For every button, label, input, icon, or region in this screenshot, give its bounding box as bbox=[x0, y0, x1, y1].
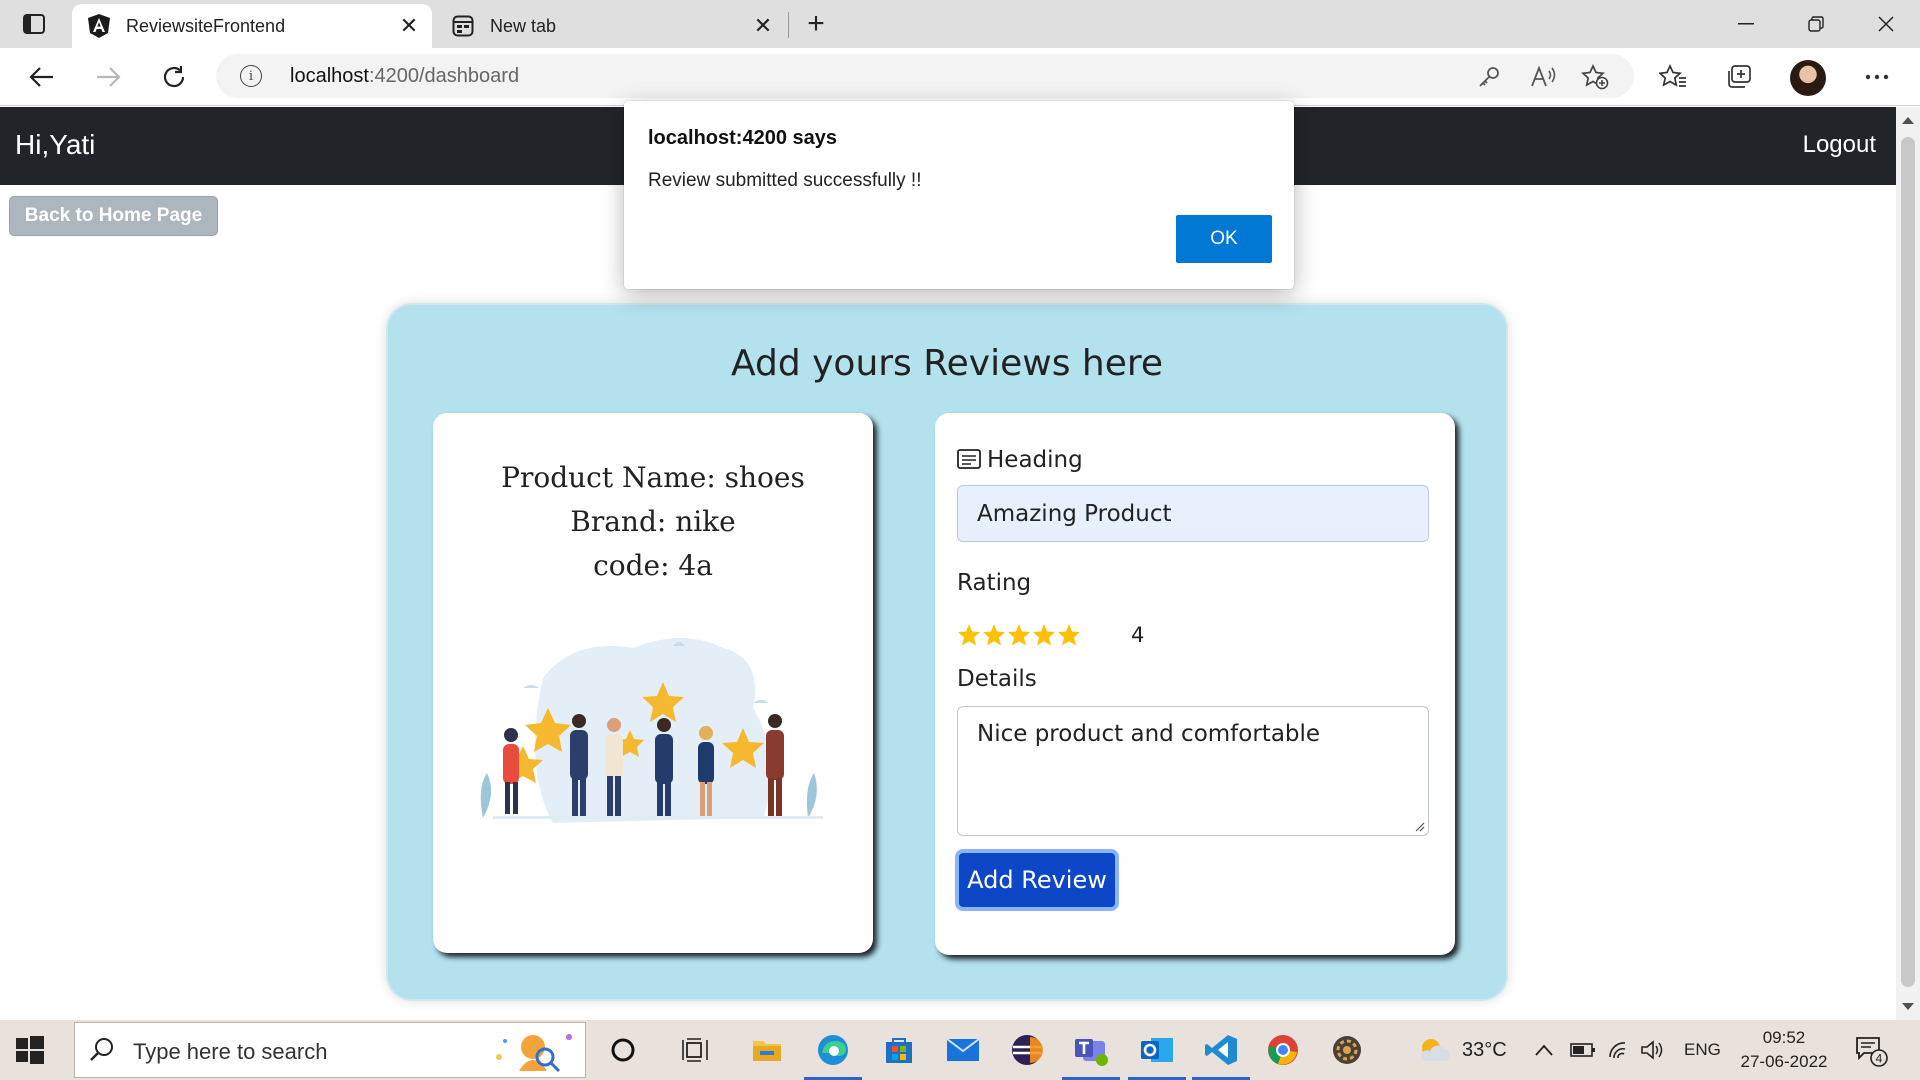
review-panel: Add yours Reviews here Product Name: sho… bbox=[386, 303, 1508, 1001]
windows-start-icon[interactable] bbox=[14, 1034, 46, 1066]
tab-actions-icon[interactable] bbox=[14, 10, 54, 38]
favorites-icon[interactable] bbox=[1656, 60, 1690, 94]
add-review-button[interactable]: Add Review bbox=[955, 849, 1119, 911]
address-bar[interactable]: i localhost:4200/dashboard bbox=[216, 54, 1634, 98]
back-arrow-icon[interactable] bbox=[22, 57, 62, 97]
browser-tab-strip: ReviewsiteFrontend ✕ New tab ✕ + bbox=[0, 0, 1920, 48]
star-icon[interactable] bbox=[1007, 623, 1031, 647]
forward-arrow-icon[interactable] bbox=[88, 57, 128, 97]
card-text-icon bbox=[957, 449, 981, 469]
star-icon[interactable] bbox=[1032, 623, 1056, 647]
star-icon[interactable] bbox=[982, 623, 1006, 647]
details-label: Details bbox=[957, 666, 1037, 692]
windows-taskbar: Type here to search 33°C ENG 09:52 27-06… bbox=[0, 1020, 1920, 1080]
close-tab-icon[interactable]: ✕ bbox=[394, 11, 424, 41]
tab-reviewsite[interactable]: ReviewsiteFrontend ✕ bbox=[72, 4, 432, 48]
product-brand: Brand: nike bbox=[570, 505, 736, 538]
star-icon[interactable] bbox=[1057, 623, 1081, 647]
outlook-icon[interactable] bbox=[1126, 1020, 1188, 1080]
browser-toolbar: i localhost:4200/dashboard bbox=[0, 48, 1920, 106]
chrome-icon[interactable] bbox=[1252, 1020, 1314, 1080]
page-scrollbar[interactable] bbox=[1896, 107, 1920, 1020]
tab-new-tab[interactable]: New tab ✕ bbox=[436, 4, 786, 48]
weather-sun-cloud-icon bbox=[1421, 1039, 1450, 1061]
scroll-down-icon[interactable] bbox=[1902, 1003, 1914, 1010]
weather-temp: 33°C bbox=[1462, 1038, 1507, 1061]
dialog-ok-button[interactable]: OK bbox=[1176, 215, 1272, 263]
microsoft-store-icon[interactable] bbox=[868, 1020, 930, 1080]
product-code: code: 4a bbox=[593, 549, 713, 582]
product-name: Product Name: shoes bbox=[501, 461, 805, 494]
minimize-icon[interactable] bbox=[1718, 6, 1774, 42]
details-textarea[interactable]: Nice product and comfortable bbox=[957, 706, 1429, 836]
clock-date: 27-06-2022 bbox=[1740, 1052, 1828, 1071]
site-info-icon[interactable]: i bbox=[240, 65, 262, 87]
heading-input[interactable]: Amazing Product bbox=[957, 485, 1429, 542]
review-stars-illustration bbox=[480, 638, 823, 823]
notification-count: 4 bbox=[1876, 1052, 1883, 1066]
product-card: Product Name: shoes Brand: nike code: 4a bbox=[433, 413, 873, 953]
restore-icon[interactable] bbox=[1788, 6, 1844, 42]
battery-icon[interactable] bbox=[1570, 1020, 1596, 1080]
teams-icon[interactable] bbox=[1060, 1020, 1122, 1080]
volume-icon[interactable] bbox=[1640, 1020, 1664, 1080]
new-tab-plus-icon[interactable]: + bbox=[798, 7, 834, 40]
scroll-up-icon[interactable] bbox=[1902, 117, 1914, 124]
panel-title: Add yours Reviews here bbox=[730, 343, 1164, 384]
collections-icon[interactable] bbox=[1722, 60, 1756, 94]
search-placeholder: Type here to search bbox=[133, 1039, 328, 1064]
details-text: Nice product and comfortable bbox=[977, 721, 1321, 747]
profile-avatar[interactable] bbox=[1790, 60, 1826, 96]
heading-label: Heading bbox=[957, 447, 1083, 473]
weather-widget[interactable]: 33°C bbox=[1416, 1020, 1507, 1080]
taskbar-clock[interactable]: 09:52 27-06-2022 bbox=[1734, 1026, 1834, 1074]
dialog-title: localhost:4200 says bbox=[648, 127, 837, 149]
url-text[interactable]: localhost:4200/dashboard bbox=[290, 65, 519, 88]
alert-dialog: localhost:4200 says Review submitted suc… bbox=[624, 101, 1294, 289]
task-view-icon[interactable] bbox=[664, 1020, 726, 1080]
newtab-icon bbox=[450, 13, 476, 39]
show-hidden-icons[interactable] bbox=[1534, 1020, 1554, 1080]
angular-icon bbox=[86, 13, 112, 39]
tab-divider bbox=[788, 12, 789, 38]
search-icon bbox=[90, 1038, 113, 1061]
rating-value: 4 bbox=[1131, 623, 1145, 647]
key-icon[interactable] bbox=[1474, 62, 1504, 92]
scrollbar-thumb[interactable] bbox=[1901, 137, 1915, 987]
user-greeting: Hi,Yati bbox=[15, 129, 96, 160]
logout-link[interactable]: Logout bbox=[1803, 131, 1876, 159]
more-options-icon[interactable] bbox=[1860, 60, 1894, 94]
file-explorer-icon[interactable] bbox=[736, 1020, 798, 1080]
star-icon[interactable] bbox=[957, 623, 981, 647]
settings-gear-app-icon[interactable] bbox=[1316, 1020, 1378, 1080]
search-highlight-icon bbox=[496, 1034, 572, 1073]
dialog-message: Review submitted successfully !! bbox=[648, 170, 922, 191]
edge-browser-icon[interactable] bbox=[802, 1020, 864, 1080]
window-close-icon[interactable] bbox=[1858, 6, 1914, 42]
tab-title: New tab bbox=[490, 15, 557, 36]
rating-label: Rating bbox=[957, 570, 1032, 596]
clock-time: 09:52 bbox=[1762, 1028, 1806, 1047]
close-tab-icon[interactable]: ✕ bbox=[748, 11, 778, 41]
refresh-icon[interactable] bbox=[154, 57, 194, 97]
taskbar-search-box[interactable]: Type here to search bbox=[74, 1022, 586, 1078]
vscode-icon[interactable] bbox=[1190, 1020, 1252, 1080]
notification-center-icon[interactable]: 4 bbox=[1854, 1020, 1888, 1080]
star-rating[interactable] bbox=[957, 623, 1081, 647]
wifi-icon[interactable] bbox=[1608, 1020, 1632, 1080]
cortana-icon[interactable] bbox=[592, 1020, 654, 1080]
add-favorite-icon[interactable] bbox=[1580, 62, 1610, 92]
input-language[interactable]: ENG bbox=[1684, 1020, 1721, 1080]
resize-grip-icon[interactable] bbox=[1413, 820, 1425, 832]
read-aloud-icon[interactable] bbox=[1528, 62, 1558, 92]
review-form-card: Heading Amazing Product Rating 4 Details… bbox=[935, 413, 1455, 955]
mail-icon[interactable] bbox=[932, 1020, 994, 1080]
eclipse-icon[interactable] bbox=[996, 1020, 1058, 1080]
back-to-home-button[interactable]: Back to Home Page bbox=[9, 196, 218, 236]
tab-title: ReviewsiteFrontend bbox=[126, 15, 286, 36]
